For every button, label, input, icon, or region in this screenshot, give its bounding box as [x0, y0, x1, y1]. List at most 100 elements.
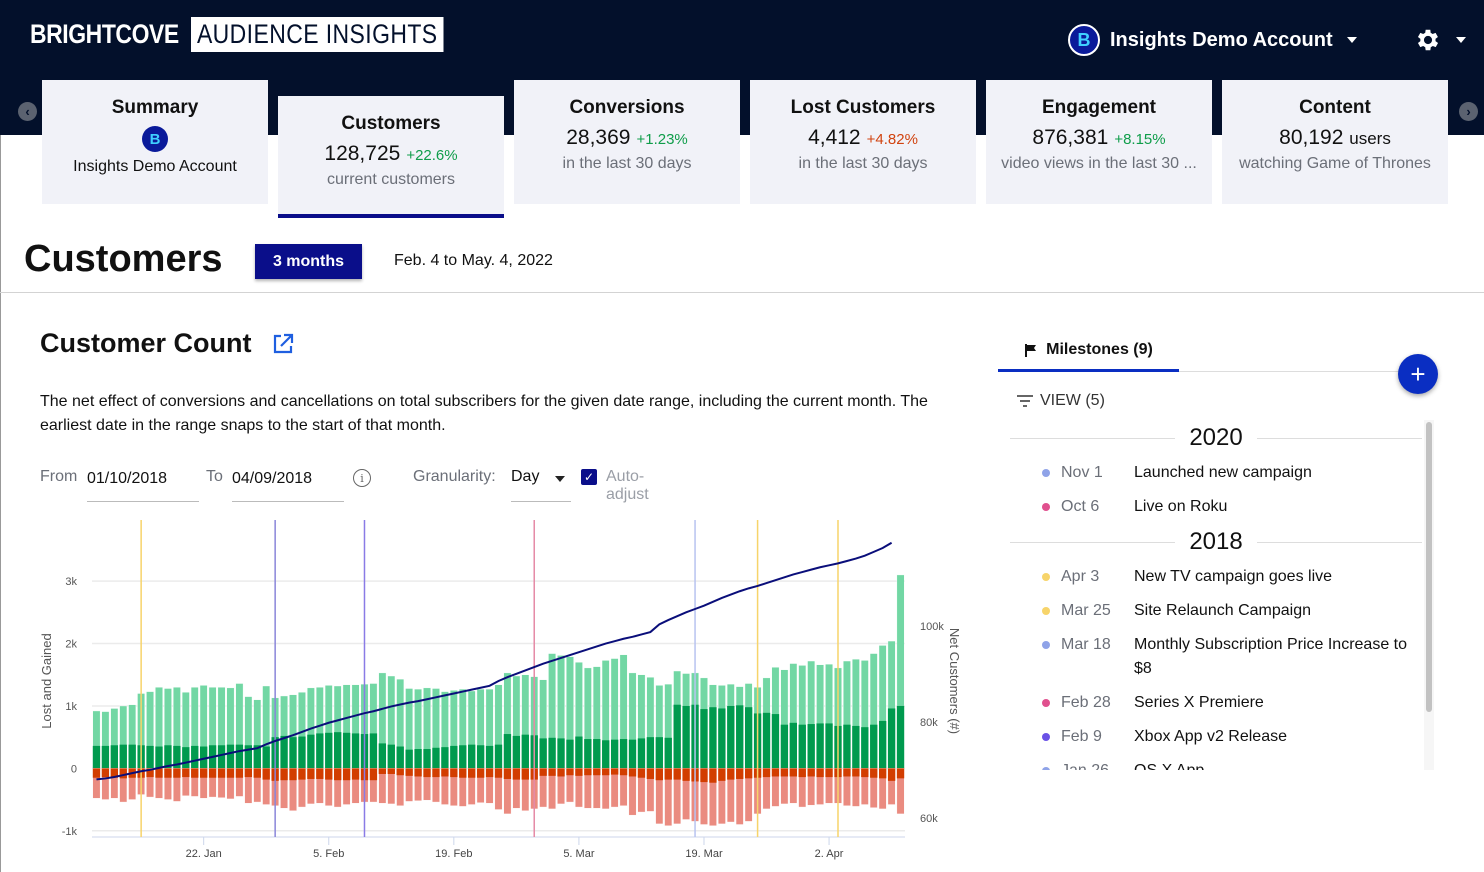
from-date-input[interactable] [87, 468, 199, 502]
bar-lost-core [494, 768, 503, 778]
y-tick-label: 2k [65, 639, 77, 651]
milestone-item[interactable]: Feb 28 Series X Premiere [1010, 686, 1422, 720]
y-tick-label: -1k [62, 826, 78, 838]
bar-lost-core [200, 768, 208, 778]
bar-lost-core [602, 768, 610, 776]
bar-lost-core [226, 768, 235, 778]
milestone-dot-icon [1042, 767, 1050, 770]
milestone-item[interactable]: Feb 9 Xbox App v2 Release [1010, 720, 1422, 754]
bar-lost-core [798, 768, 806, 778]
milestone-text: Series X Premiere [1134, 694, 1264, 711]
card-title: Lost Customers [790, 97, 936, 118]
to-date-input[interactable] [232, 468, 344, 502]
y2-axis-title: Net Customers (#) [947, 628, 962, 734]
bar-gained-new [780, 724, 789, 769]
external-link-icon[interactable] [272, 333, 294, 360]
milestone-date: Jan 26 [1061, 759, 1134, 770]
bar-gained-new [476, 745, 485, 769]
bar-gained-new [262, 746, 270, 769]
year-header: 2020 [1010, 420, 1422, 456]
milestone-item[interactable]: Nov 1 Launched new campaign [1010, 456, 1422, 490]
bar-lost-core [646, 768, 655, 779]
card-title: Engagement [1041, 97, 1157, 118]
milestone-scrollbar[interactable] [1424, 420, 1434, 770]
bar-lost-core [378, 768, 387, 774]
auto-adjust-checkbox[interactable]: ✓ [581, 469, 597, 485]
bar-lost-core [342, 768, 351, 781]
bar-gained-new [191, 745, 199, 769]
auto-adjust-label[interactable]: Auto-adjust [606, 468, 649, 504]
milestone-item[interactable]: Oct 6 Live on Roku [1010, 490, 1422, 524]
milestone-date: Mar 18 [1061, 636, 1111, 653]
milestone-item[interactable]: Mar 25 Site Relaunch Campaign [1010, 594, 1422, 628]
card-summary[interactable]: Summary B Insights Demo Account [42, 80, 268, 204]
tab-milestones[interactable]: Milestones (9) [998, 330, 1179, 372]
bar-gained-new [771, 714, 780, 769]
carousel-prev-button[interactable]: ‹ [18, 102, 37, 121]
card-conversions[interactable]: Conversions 28,369 +1.23% in the last 30 … [514, 80, 740, 204]
bar-lost-core [405, 768, 413, 776]
bar-lost-core [253, 768, 261, 778]
bar-gained-new [896, 705, 905, 769]
bar-gained-new [700, 709, 708, 769]
card-content[interactable]: Content 80,192 users watching Game of Th… [1222, 80, 1448, 204]
bar-gained-new [405, 749, 413, 769]
bar-lost-core [539, 768, 547, 776]
bar-lost-core [557, 768, 565, 777]
bar-lost-core [843, 768, 851, 777]
card-lost-customers[interactable]: Lost Customers 4,412 +4.82% in the last 3… [750, 80, 976, 204]
bar-lost-core [521, 768, 529, 780]
bar-gained-new [423, 749, 431, 769]
view-filter-button[interactable]: VIEW (5) [1016, 392, 1105, 410]
bar-gained-new [628, 739, 637, 769]
bar-lost-core [610, 768, 619, 775]
bar-gained-new [128, 744, 136, 769]
date-range-button[interactable]: 3 months [255, 244, 362, 279]
scrollbar-thumb[interactable] [1426, 422, 1432, 712]
carousel-next-button[interactable]: › [1459, 102, 1478, 121]
bar-gained-new [798, 724, 806, 769]
to-label: To [206, 468, 223, 485]
info-icon[interactable]: i [353, 469, 371, 487]
bar-gained-new [396, 746, 404, 769]
card-change: +8.15% [1114, 131, 1166, 148]
x-tick-label: 2. Apr [815, 848, 844, 860]
milestone-item[interactable]: Apr 3 New TV campaign goes live [1010, 560, 1422, 594]
brightcove-logo[interactable]: BRIGHTCOVE AUDIENCE INSIGHTS [30, 17, 488, 52]
bar-gained-new [762, 712, 771, 769]
bar-gained-new [789, 722, 797, 769]
account-switcher[interactable]: B Insights Demo Account [1068, 24, 1357, 56]
milestone-date: Nov 1 [1061, 464, 1103, 481]
card-unit: users [1349, 129, 1391, 148]
bar-gained-new [119, 744, 127, 769]
settings-menu[interactable] [1414, 26, 1466, 54]
bar-gained-new [378, 743, 387, 769]
bar-lost-core [441, 768, 449, 777]
card-customers[interactable]: Customers 128,725 +22.6% current customer… [278, 96, 504, 218]
granularity-select[interactable]: Day [511, 468, 571, 502]
bar-gained-new [450, 745, 458, 769]
bar-gained-new [182, 747, 190, 769]
date-range-text: Feb. 4 to May. 4, 2022 [394, 252, 553, 269]
bar-gained-new [155, 746, 163, 769]
milestone-item[interactable]: Jan 26OS X App [1010, 754, 1422, 770]
bar-lost-core [217, 768, 226, 778]
bar-lost-core [101, 768, 110, 778]
card-subtitle: video views in the last 30 ... [1001, 155, 1197, 172]
bar-lost-core [664, 768, 672, 780]
add-milestone-button[interactable]: + [1398, 354, 1438, 394]
milestone-text: Monthly Subscription Price Increase to $… [1134, 636, 1408, 677]
bar-lost-core [780, 768, 789, 777]
bar-lost-core [280, 768, 288, 781]
year-label: 2020 [1189, 424, 1243, 451]
year-header: 2018 [1010, 524, 1422, 560]
bar-gained-new [432, 747, 440, 769]
bar-lost-core [736, 768, 744, 779]
plus-icon: + [1410, 358, 1426, 389]
bar-gained-new [610, 739, 619, 769]
gear-icon [1417, 29, 1439, 51]
bar-gained-new [110, 745, 119, 769]
milestone-item[interactable]: Mar 18 Monthly Subscription Price Increas… [1010, 628, 1422, 686]
bar-lost-core [235, 768, 244, 778]
card-engagement[interactable]: Engagement 876,381 +8.15% video views in … [986, 80, 1212, 204]
